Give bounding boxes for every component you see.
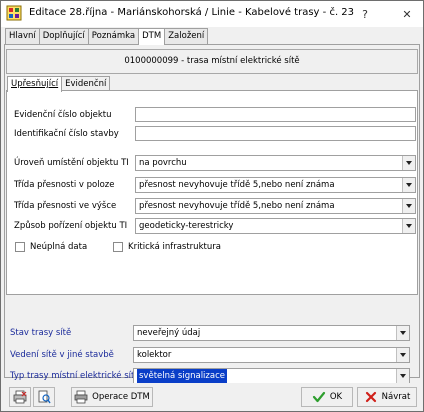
tab-dtm[interactable]: DTM <box>138 28 166 45</box>
tab-evidencni[interactable]: Evidenční <box>61 76 111 91</box>
uroven-umisteni-value: na povrchu <box>139 158 187 168</box>
close-x-icon <box>364 390 378 404</box>
object-header: 0100000099 - trasa místní elektrické sít… <box>6 49 418 74</box>
operace-dtm-label: Operace DTM <box>92 392 150 402</box>
navrat-button[interactable]: Návrat <box>357 387 417 407</box>
dtm-panel: 0100000099 - trasa místní elektrické sít… <box>4 44 420 384</box>
neuplna-data-label: Neúplná data <box>30 242 88 252</box>
typ-trasy-label: Typ trasy místní elektrické sítě <box>10 371 140 381</box>
typ-trasy-value: světelná signalizace <box>137 369 227 383</box>
typ-trasy-select[interactable]: světelná signalizace <box>133 368 410 384</box>
trida-vyska-select[interactable]: přesnost nevyhovuje třídě 5,nebo není zn… <box>135 198 416 214</box>
tab-poznamka[interactable]: Poznámka <box>87 28 140 44</box>
stav-trasy-select[interactable]: neveřejný údaj <box>133 325 410 341</box>
uroven-umisteni-select[interactable]: na povrchu <box>135 155 416 171</box>
tab-zalozeni[interactable]: Založení <box>164 28 209 44</box>
evidencni-cislo-label: Evidenční číslo objektu <box>14 110 112 120</box>
printer-icon <box>74 390 88 404</box>
navrat-label: Návrat <box>381 392 411 402</box>
identifikacni-cislo-label: Identifikační číslo stavby <box>14 129 119 139</box>
tab-doplnujici[interactable]: Doplňující <box>38 28 89 44</box>
check-icon <box>312 390 326 404</box>
chevron-down-icon[interactable] <box>396 348 409 362</box>
window-title: Editace 28.října - Mariánskohorská / Lin… <box>29 7 355 18</box>
print-button[interactable] <box>9 387 31 407</box>
tab-upresnujici-label: Upřesňující <box>11 79 59 89</box>
close-button[interactable]: ✕ <box>391 1 423 27</box>
preview-icon <box>37 390 51 404</box>
trida-vyska-label: Třída přesnosti ve výšce <box>14 201 117 211</box>
bottom-toolbar: Operace DTM OK Návrat <box>1 383 423 411</box>
chevron-down-icon[interactable] <box>396 369 409 383</box>
preview-button[interactable] <box>33 387 55 407</box>
vedeni-site-value: kolektor <box>137 350 172 360</box>
chevron-down-icon[interactable] <box>402 156 415 170</box>
ok-button[interactable]: OK <box>301 387 353 407</box>
kriticka-infrastruktura-label: Kritická infrastruktura <box>128 242 221 252</box>
trida-poloha-select[interactable]: přesnost nevyhovuje třídě 5,nebo není zn… <box>135 177 416 193</box>
trida-vyska-value: přesnost nevyhovuje třídě 5,nebo není zn… <box>139 201 335 211</box>
tab-hlavni[interactable]: Hlavní <box>5 28 40 44</box>
upresnujici-panel: Evidenční číslo objektu Identifikační čí… <box>6 90 418 295</box>
chevron-down-icon[interactable] <box>402 199 415 213</box>
main-tabs: Hlavní Doplňující Poznámka DTM Založení <box>5 28 209 45</box>
identifikacni-cislo-field[interactable] <box>135 126 416 141</box>
vedeni-site-select[interactable]: kolektor <box>133 347 410 363</box>
stav-trasy-value: neveřejný údaj <box>137 328 201 338</box>
vedeni-site-label: Vedení sítě v jiné stavbě <box>10 350 114 360</box>
tab-upresnujici[interactable]: Upřesňující <box>7 76 63 92</box>
editor-window: Editace 28.října - Mariánskohorská / Lin… <box>0 0 424 412</box>
print-icon <box>13 390 27 404</box>
zpusob-porizeni-label: Způsob pořízení objektu TI <box>14 221 128 231</box>
help-button[interactable]: ? <box>349 1 381 27</box>
chevron-down-icon[interactable] <box>396 326 409 340</box>
neuplna-data-checkbox[interactable] <box>15 242 25 252</box>
zpusob-porizeni-value: geodeticky-terestricky <box>139 221 234 231</box>
app-icon <box>6 5 22 21</box>
kriticka-infrastruktura-checkbox[interactable] <box>113 242 123 252</box>
chevron-down-icon[interactable] <box>402 219 415 233</box>
title-bar: Editace 28.října - Mariánskohorská / Lin… <box>1 1 423 27</box>
inner-tabs: Upřesňující Evidenční <box>7 76 111 92</box>
trida-poloha-value: přesnost nevyhovuje třídě 5,nebo není zn… <box>139 180 335 190</box>
trida-poloha-label: Třída přesnosti v poloze <box>14 180 115 190</box>
zpusob-porizeni-select[interactable]: geodeticky-terestricky <box>135 218 416 234</box>
tab-evidencni-label: Evidenční <box>65 79 107 89</box>
ok-label: OK <box>329 392 343 402</box>
evidencni-cislo-field[interactable] <box>135 107 416 122</box>
operace-dtm-button[interactable]: Operace DTM <box>71 387 153 407</box>
chevron-down-icon[interactable] <box>402 178 415 192</box>
stav-trasy-label: Stav trasy sítě <box>10 328 72 338</box>
uroven-umisteni-label: Úroveň umístění objektu TI <box>14 158 129 168</box>
